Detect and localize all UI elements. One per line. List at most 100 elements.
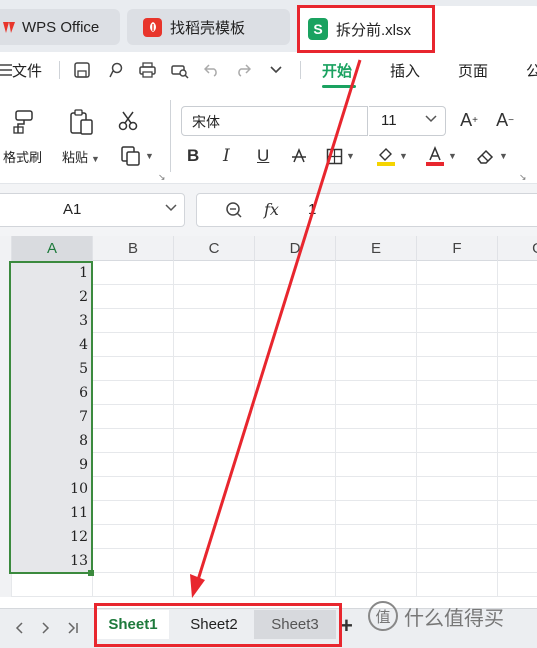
zoom-search-icon[interactable] [225, 201, 243, 224]
select-all-corner[interactable] [0, 236, 12, 261]
grid-cell[interactable] [336, 525, 417, 549]
copy-icon[interactable]: ▼ [118, 144, 156, 168]
grid-cell[interactable] [417, 405, 498, 429]
grid-cell[interactable]: 2 [12, 285, 93, 309]
grid-cell[interactable] [417, 309, 498, 333]
grid-cell[interactable] [174, 429, 255, 453]
grid-cell[interactable] [174, 309, 255, 333]
grid-cell[interactable]: 10 [12, 477, 93, 501]
grid-cell[interactable] [417, 573, 498, 597]
menu-tab-formula[interactable]: 公 [526, 60, 537, 81]
clipboard-dialog-launcher-icon[interactable]: ↘ [158, 172, 166, 183]
grid-cell[interactable]: 11 [12, 501, 93, 525]
grid-cell[interactable] [93, 405, 174, 429]
grid-cell[interactable] [336, 333, 417, 357]
row-header[interactable] [0, 261, 12, 285]
grid-cell[interactable] [417, 525, 498, 549]
borders-icon[interactable]: ▼ [326, 143, 355, 169]
grid-cell[interactable] [498, 333, 537, 357]
tab-current-file[interactable]: S 拆分前.xlsx [298, 6, 537, 52]
grid-cell[interactable] [417, 357, 498, 381]
fill-color-icon[interactable]: ▼ [376, 143, 408, 169]
column-header-b[interactable]: B [93, 236, 174, 261]
grid-cell[interactable] [498, 285, 537, 309]
grid-cell[interactable] [417, 285, 498, 309]
grid-cell[interactable] [93, 477, 174, 501]
grid-cell[interactable] [174, 573, 255, 597]
insert-function-fx-icon[interactable]: fx [264, 200, 279, 219]
row-header[interactable] [0, 525, 12, 549]
grid-cell[interactable] [417, 429, 498, 453]
font-dialog-launcher-icon[interactable]: ↘ [519, 172, 527, 183]
menu-tab-home[interactable]: 开始 [322, 60, 352, 81]
grid-cell[interactable] [255, 453, 336, 477]
grid-cell[interactable] [498, 501, 537, 525]
grid-cell[interactable] [174, 261, 255, 285]
grid-cell[interactable] [93, 549, 174, 573]
grid-cell[interactable] [417, 333, 498, 357]
row-header[interactable] [0, 453, 12, 477]
grid-cell[interactable] [498, 573, 537, 597]
grid-cell[interactable]: 12 [12, 525, 93, 549]
grid-cell[interactable] [255, 501, 336, 525]
column-header-f[interactable]: F [417, 236, 498, 261]
grid-cell[interactable] [174, 381, 255, 405]
underline-icon[interactable]: U [257, 143, 269, 169]
grid-cell[interactable] [174, 285, 255, 309]
grid-cell[interactable] [417, 381, 498, 405]
grid-cell[interactable] [417, 501, 498, 525]
grid-cell[interactable] [498, 549, 537, 573]
font-size-select[interactable]: 11 [369, 106, 446, 136]
grid-cell[interactable] [336, 357, 417, 381]
print-preview-icon[interactable] [167, 58, 191, 82]
format-painter-label[interactable]: 格式刷 [3, 147, 42, 166]
save-icon[interactable] [70, 58, 94, 82]
grid-cell[interactable] [174, 477, 255, 501]
grid-cell[interactable] [336, 405, 417, 429]
grid-cell[interactable]: 8 [12, 429, 93, 453]
grid-cell[interactable] [93, 573, 174, 597]
grid-cell[interactable] [336, 261, 417, 285]
formula-input[interactable]: fx 1 [196, 193, 537, 227]
grid-cell[interactable] [498, 309, 537, 333]
menu-tab-page[interactable]: 页面 [458, 60, 488, 81]
grid-cell[interactable] [255, 381, 336, 405]
menu-tab-insert[interactable]: 插入 [390, 60, 420, 81]
grid-cell[interactable] [93, 429, 174, 453]
grid-cell[interactable] [255, 285, 336, 309]
redo-icon[interactable] [231, 58, 255, 82]
grid-cell[interactable] [93, 381, 174, 405]
sheet-tab-sheet1[interactable]: Sheet1 [97, 610, 169, 639]
column-header-d[interactable]: D [255, 236, 336, 261]
grid-cell[interactable] [498, 429, 537, 453]
undo-icon[interactable] [200, 58, 224, 82]
grid-cell[interactable] [417, 477, 498, 501]
grid-cell[interactable] [336, 477, 417, 501]
menu-file[interactable]: 文件 [12, 60, 42, 81]
grid-cell[interactable]: 3 [12, 309, 93, 333]
grid-cell[interactable]: 9 [12, 453, 93, 477]
grid-cell[interactable] [174, 357, 255, 381]
name-box[interactable]: A1 [0, 193, 185, 227]
grid-cell[interactable] [417, 453, 498, 477]
grid-cell[interactable] [336, 501, 417, 525]
italic-icon[interactable]: I [223, 143, 230, 169]
grid-cell[interactable] [498, 405, 537, 429]
paste-icon[interactable] [66, 108, 96, 136]
grid-cell[interactable] [498, 477, 537, 501]
fill-handle[interactable] [88, 570, 94, 576]
chevron-down-icon[interactable] [264, 58, 288, 82]
cut-icon[interactable] [116, 110, 140, 132]
spreadsheet-grid[interactable]: A B C D E F G 12345678910111213 [0, 236, 537, 608]
grid-cell[interactable] [498, 261, 537, 285]
grid-cell[interactable] [93, 525, 174, 549]
font-color-icon[interactable]: ▼ [425, 143, 457, 169]
grid-cell[interactable] [417, 261, 498, 285]
grid-cell[interactable] [255, 525, 336, 549]
grid-cell[interactable] [255, 405, 336, 429]
row-header[interactable] [0, 405, 12, 429]
grid-cell[interactable] [93, 357, 174, 381]
grid-cell[interactable] [255, 549, 336, 573]
grid-cell[interactable] [93, 453, 174, 477]
row-header[interactable] [0, 333, 12, 357]
